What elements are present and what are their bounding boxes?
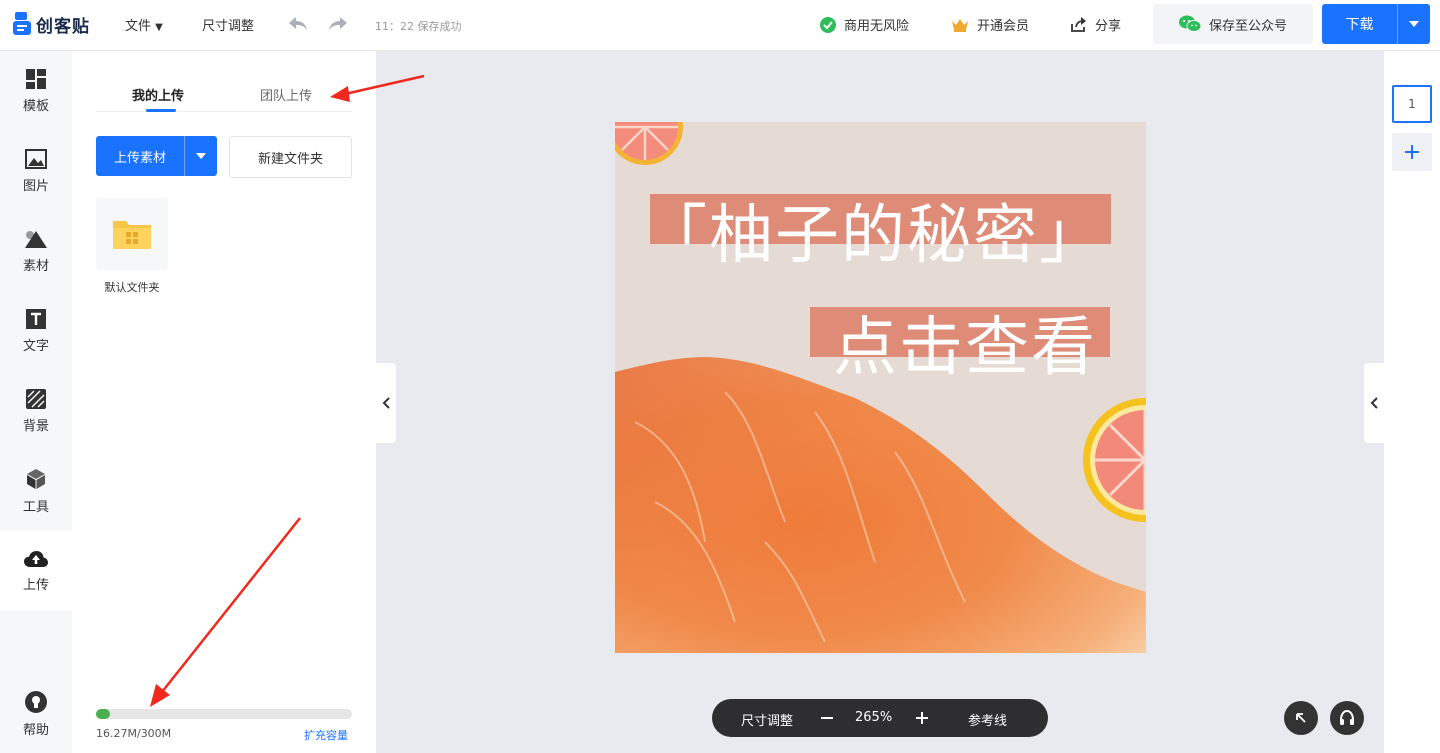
page-thumbnail[interactable]: 1 <box>1392 85 1432 123</box>
back-to-top-button[interactable] <box>1284 701 1318 735</box>
nav-item-image[interactable]: 图片 <box>0 131 72 211</box>
chevron-left-icon <box>382 397 390 409</box>
file-menu-label: 文件 <box>125 19 152 34</box>
nav-item-background[interactable]: 背景 <box>0 371 72 451</box>
tab-my-uploads[interactable]: 我的上传 <box>132 85 184 104</box>
save-status: 11：22 保存成功 <box>375 20 462 33</box>
download-label: 下载 <box>1345 17 1374 33</box>
wechat-icon <box>1178 15 1201 32</box>
nav-item-label: 素材 <box>22 258 49 274</box>
check-circle-icon <box>820 16 836 33</box>
nav-item-label: 工具 <box>22 499 49 515</box>
collapse-panel-button[interactable] <box>376 363 396 443</box>
undo-icon[interactable] <box>287 13 309 35</box>
commercial-safe-label: 商用无风险 <box>844 19 910 34</box>
upload-options-toggle[interactable] <box>185 153 217 159</box>
nav-item-material[interactable]: 素材 <box>0 211 72 291</box>
default-folder[interactable] <box>96 198 168 270</box>
caret-down-icon <box>196 153 206 159</box>
upload-tabs: 我的上传 团队上传 <box>96 79 352 112</box>
template-icon <box>26 68 46 89</box>
canvas-title-text[interactable]: 「柚子的秘密」 <box>643 184 1105 276</box>
download-options-toggle[interactable] <box>1398 21 1430 27</box>
storage-usage-text: 16.27M/300M <box>96 727 172 740</box>
help-label: 帮助 <box>22 723 49 738</box>
upload-material-label: 上传素材 <box>113 150 166 166</box>
page-panel: 1 <box>1384 51 1440 753</box>
expand-right-panel-button[interactable] <box>1364 363 1384 443</box>
plus-icon <box>1405 145 1419 159</box>
zoom-level: 265% <box>855 710 893 725</box>
storage-progress-bar <box>96 709 352 719</box>
shapes-icon <box>25 230 47 248</box>
zoom-toolbar: 尺寸调整 265% 参考线 <box>712 699 1048 737</box>
nav-item-tools[interactable]: 工具 <box>0 451 72 531</box>
chevron-left-icon <box>1370 397 1378 409</box>
crown-icon <box>952 18 968 32</box>
resize-menu[interactable]: 尺寸调整 <box>202 15 254 34</box>
guides-button[interactable]: 参考线 <box>968 710 1007 729</box>
new-folder-button[interactable]: 新建文件夹 <box>229 136 352 178</box>
plus-icon[interactable] <box>915 711 929 725</box>
save-to-wechat-button[interactable]: 保存至公众号 <box>1153 4 1313 44</box>
logo-text: 创客贴 <box>36 16 90 37</box>
nav-item-label: 上传 <box>22 577 49 593</box>
upload-material-button[interactable]: 上传素材 <box>96 136 217 176</box>
nav-item-text[interactable]: 文字 <box>0 291 72 371</box>
folder-icon <box>113 221 151 249</box>
storage-progress-fill <box>96 709 110 719</box>
arrow-up-left-icon <box>1296 713 1306 723</box>
active-tab-indicator <box>146 109 176 112</box>
redo-icon[interactable] <box>327 13 349 35</box>
nav-item-label: 背景 <box>22 418 49 434</box>
design-canvas[interactable]: 「柚子的秘密」 点击查看 <box>615 122 1146 653</box>
caret-down-icon <box>1409 21 1419 27</box>
share-icon <box>1071 17 1086 32</box>
grapefruit-pulp-shade <box>615 357 985 653</box>
image-icon <box>25 148 47 169</box>
nav-item-label: 模板 <box>22 98 49 114</box>
nav-item-template[interactable]: 模板 <box>0 51 72 131</box>
headset-icon <box>1340 709 1354 725</box>
folder-label: 默认文件夹 <box>104 281 160 294</box>
nav-item-upload[interactable]: 上传 <box>0 531 72 611</box>
logo-icon <box>13 12 31 35</box>
caret-down-icon: ▼ <box>155 22 163 33</box>
top-bar: 创客贴 文件 ▼ 尺寸调整 11：22 保存成功 商用无风险 开通会员 分享 保… <box>0 0 1440 51</box>
nav-item-label: 文字 <box>22 338 49 354</box>
canvas-subtitle-text[interactable]: 点击查看 <box>833 296 1097 388</box>
cloud-upload-icon <box>24 550 48 567</box>
background-icon <box>26 388 46 409</box>
lightbulb-icon <box>25 691 47 713</box>
left-nav: 模板 图片 素材 文字 背景 工具 上传 帮助 <box>0 51 72 753</box>
share-label: 分享 <box>1095 19 1122 34</box>
cube-icon <box>27 468 45 489</box>
logo[interactable]: 创客贴 <box>12 10 90 38</box>
tab-team-uploads[interactable]: 团队上传 <box>260 85 312 104</box>
add-page-button[interactable] <box>1392 133 1432 171</box>
download-button[interactable]: 下载 <box>1322 4 1430 44</box>
nav-item-help[interactable]: 帮助 <box>0 691 72 741</box>
customer-service-button[interactable] <box>1330 701 1364 735</box>
minus-icon[interactable] <box>820 711 834 725</box>
resize-button[interactable]: 尺寸调整 <box>741 710 793 729</box>
nav-item-label: 图片 <box>22 178 49 194</box>
upload-panel: 我的上传 团队上传 上传素材 新建文件夹 默认文件夹 16.27M/300M 扩… <box>72 51 376 753</box>
vip-link[interactable]: 开通会员 <box>951 15 1029 34</box>
expand-storage-link[interactable]: 扩充容量 <box>304 727 348 743</box>
vip-label: 开通会员 <box>977 19 1030 34</box>
file-menu[interactable]: 文件 ▼ <box>125 15 163 34</box>
commercial-safe-link[interactable]: 商用无风险 <box>820 15 909 34</box>
text-icon <box>26 308 46 329</box>
share-button[interactable]: 分享 <box>1070 15 1121 34</box>
save-to-wechat-label: 保存至公众号 <box>1208 18 1287 34</box>
